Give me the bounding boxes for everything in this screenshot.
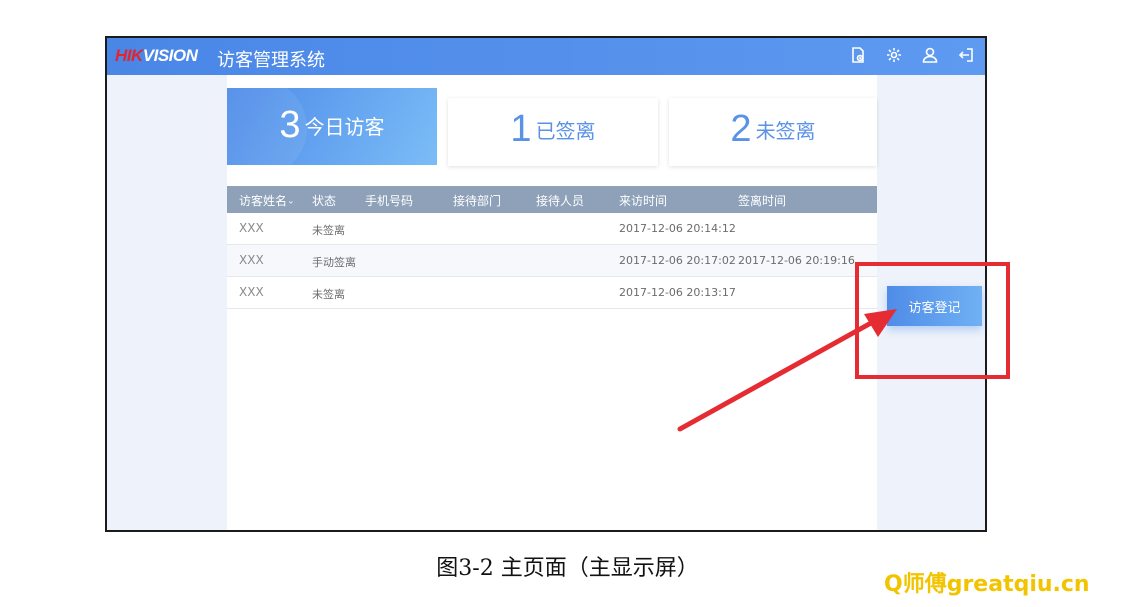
app-title: 访客管理系统: [217, 50, 325, 71]
column-header-visit-time: 来访时间: [619, 194, 668, 208]
stat-label: 今日访客: [304, 115, 385, 139]
visitor-table: 访客姓名⌄ 状态 手机号码 接待部门 接待人员 来访时间 签离时间 XXX 未签…: [227, 186, 877, 309]
cell-visit-time: 2017-12-06 20:13:17: [619, 286, 736, 299]
user-icon[interactable]: [921, 46, 939, 64]
stat-card-today[interactable]: 3 今日访客: [207, 78, 437, 178]
cell-name: XXX: [239, 253, 264, 267]
main-content: 3 今日访客 1 已签离 2 未签离 访客姓名⌄ 状态 手机号码 接待部门 接待人员 …: [207, 75, 877, 530]
column-header-phone: 手机号码: [365, 194, 414, 208]
cell-name: XXX: [239, 221, 264, 235]
cell-status: 手动签离: [312, 256, 356, 269]
cell-status: 未签离: [312, 224, 345, 237]
cell-name: XXX: [239, 285, 264, 299]
column-header-leave-time: 签离时间: [738, 194, 787, 208]
toolbar: [849, 46, 975, 64]
cell-status: 未签离: [312, 288, 345, 301]
stat-card-not-signed-out[interactable]: 2 未签离: [669, 98, 877, 166]
stat-label: 未签离: [755, 119, 816, 143]
document-icon[interactable]: [849, 46, 867, 64]
cell-visit-time: 2017-12-06 20:14:12: [619, 222, 736, 235]
cell-visit-time: 2017-12-06 20:17:02: [619, 254, 736, 267]
stat-card-signed-out[interactable]: 1 已签离: [448, 98, 658, 166]
table-row[interactable]: XXX 未签离 2017-12-06 20:14:12: [227, 213, 877, 245]
gear-icon[interactable]: [885, 46, 903, 64]
logout-icon[interactable]: [957, 46, 975, 64]
watermark: Q师傅greatqiu.cn: [884, 572, 1090, 597]
table-header: 访客姓名⌄ 状态 手机号码 接待部门 接待人员 来访时间 签离时间: [227, 186, 877, 213]
stat-value: 2: [730, 108, 752, 150]
column-header-dept: 接待部门: [453, 194, 502, 208]
stat-value: 3: [279, 104, 301, 146]
table-row[interactable]: XXX 未签离 2017-12-06 20:13:17: [227, 277, 877, 309]
table-row[interactable]: XXX 手动签离 2017-12-06 20:17:02 2017-12-06 …: [227, 245, 877, 277]
cell-leave-time: 2017-12-06 20:19:16: [738, 254, 855, 267]
highlight-box: [855, 262, 1010, 379]
stat-label: 已签离: [535, 119, 596, 143]
column-header-status: 状态: [312, 194, 337, 208]
column-header-host: 接待人员: [536, 194, 585, 208]
brand-logo: HIKVISION: [115, 46, 198, 65]
column-header-name[interactable]: 访客姓名⌄: [239, 192, 295, 209]
chevron-down-icon[interactable]: ⌄: [287, 197, 295, 207]
title-bar: HIKVISION 访客管理系统: [107, 38, 985, 75]
stat-value: 1: [510, 108, 532, 150]
